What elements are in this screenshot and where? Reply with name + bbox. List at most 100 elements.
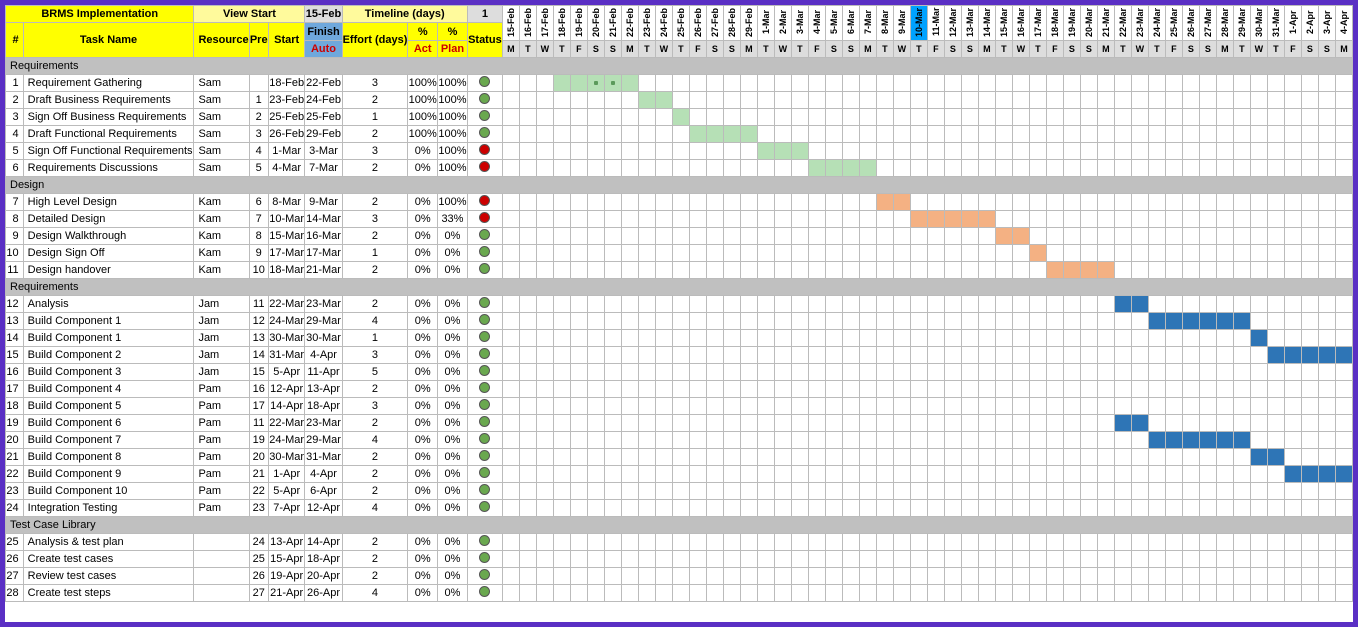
cell-start[interactable]: 5-Apr xyxy=(268,364,305,381)
cell-pre[interactable]: 21 xyxy=(249,466,268,483)
cell-act[interactable]: 0% xyxy=(408,194,438,211)
cell-finish[interactable]: 20-Apr xyxy=(305,568,342,585)
cell-pre[interactable]: 25 xyxy=(249,551,268,568)
cell-finish[interactable]: 25-Feb xyxy=(305,109,342,126)
cell-id[interactable]: 13 xyxy=(6,313,24,330)
table-row[interactable]: 4Draft Functional RequirementsSam326-Feb… xyxy=(6,126,1353,143)
cell-act[interactable]: 100% xyxy=(408,126,438,143)
cell-plan[interactable]: 0% xyxy=(438,568,468,585)
cell-plan[interactable]: 0% xyxy=(438,228,468,245)
cell-pre[interactable]: 8 xyxy=(249,228,268,245)
cell-plan[interactable]: 100% xyxy=(438,92,468,109)
cell-resource[interactable]: Kam xyxy=(194,211,249,228)
cell-effort[interactable]: 2 xyxy=(342,381,408,398)
cell-pre[interactable]: 15 xyxy=(249,364,268,381)
cell-task[interactable]: Analysis xyxy=(23,296,194,313)
cell-pre[interactable]: 5 xyxy=(249,160,268,177)
cell-resource[interactable]: Pam xyxy=(194,432,249,449)
cell-id[interactable]: 12 xyxy=(6,296,24,313)
cell-effort[interactable]: 2 xyxy=(342,194,408,211)
cell-id[interactable]: 5 xyxy=(6,143,24,160)
cell-act[interactable]: 0% xyxy=(408,381,438,398)
cell-effort[interactable]: 3 xyxy=(342,75,408,92)
cell-act[interactable]: 0% xyxy=(408,296,438,313)
cell-start[interactable]: 10-Mar xyxy=(268,211,305,228)
cell-effort[interactable]: 2 xyxy=(342,126,408,143)
cell-id[interactable]: 2 xyxy=(6,92,24,109)
cell-resource[interactable]: Jam xyxy=(194,364,249,381)
cell-effort[interactable]: 2 xyxy=(342,415,408,432)
cell-plan[interactable]: 0% xyxy=(438,449,468,466)
cell-task[interactable]: Build Component 6 xyxy=(23,415,194,432)
table-row[interactable]: 28Create test steps2721-Apr26-Apr40%0% xyxy=(6,585,1353,602)
table-row[interactable]: 10Design Sign OffKam917-Mar17-Mar10%0% xyxy=(6,245,1353,262)
cell-act[interactable]: 0% xyxy=(408,262,438,279)
table-row[interactable]: 3Sign Off Business RequirementsSam225-Fe… xyxy=(6,109,1353,126)
cell-finish[interactable]: 14-Mar xyxy=(305,211,342,228)
cell-id[interactable]: 1 xyxy=(6,75,24,92)
cell-start[interactable]: 18-Mar xyxy=(268,262,305,279)
cell-resource[interactable]: Pam xyxy=(194,381,249,398)
cell-finish[interactable]: 31-Mar xyxy=(305,449,342,466)
cell-start[interactable]: 12-Apr xyxy=(268,381,305,398)
cell-finish[interactable]: 14-Apr xyxy=(305,534,342,551)
cell-task[interactable]: Build Component 5 xyxy=(23,398,194,415)
table-row[interactable]: 23Build Component 10Pam225-Apr6-Apr20%0% xyxy=(6,483,1353,500)
cell-pre[interactable]: 4 xyxy=(249,143,268,160)
cell-task[interactable]: Draft Functional Requirements xyxy=(23,126,194,143)
cell-id[interactable]: 26 xyxy=(6,551,24,568)
cell-start[interactable]: 17-Mar xyxy=(268,245,305,262)
table-row[interactable]: 22Build Component 9Pam211-Apr4-Apr20%0% xyxy=(6,466,1353,483)
cell-start[interactable]: 19-Apr xyxy=(268,568,305,585)
cell-act[interactable]: 0% xyxy=(408,415,438,432)
cell-task[interactable]: Requirements Discussions xyxy=(23,160,194,177)
cell-id[interactable]: 24 xyxy=(6,500,24,517)
table-row[interactable]: 11Design handoverKam1018-Mar21-Mar20%0% xyxy=(6,262,1353,279)
cell-effort[interactable]: 2 xyxy=(342,551,408,568)
table-row[interactable]: 5Sign Off Functional RequirementsSam41-M… xyxy=(6,143,1353,160)
cell-start[interactable]: 30-Mar xyxy=(268,449,305,466)
table-row[interactable]: 1Requirement GatheringSam18-Feb22-Feb310… xyxy=(6,75,1353,92)
cell-act[interactable]: 0% xyxy=(408,143,438,160)
cell-id[interactable]: 14 xyxy=(6,330,24,347)
timeline-value[interactable]: 1 xyxy=(467,6,502,23)
cell-task[interactable]: Build Component 7 xyxy=(23,432,194,449)
cell-start[interactable]: 13-Apr xyxy=(268,534,305,551)
cell-resource[interactable]: Kam xyxy=(194,194,249,211)
cell-id[interactable]: 10 xyxy=(6,245,24,262)
cell-resource[interactable]: Sam xyxy=(194,92,249,109)
cell-act[interactable]: 0% xyxy=(408,466,438,483)
table-row[interactable]: 15Build Component 2Jam1431-Mar4-Apr30%0% xyxy=(6,347,1353,364)
cell-plan[interactable]: 100% xyxy=(438,143,468,160)
cell-pre[interactable]: 1 xyxy=(249,92,268,109)
cell-start[interactable]: 24-Mar xyxy=(268,313,305,330)
cell-id[interactable]: 11 xyxy=(6,262,24,279)
cell-task[interactable]: Build Component 1 xyxy=(23,330,194,347)
cell-effort[interactable]: 2 xyxy=(342,228,408,245)
cell-finish[interactable]: 6-Apr xyxy=(305,483,342,500)
cell-task[interactable]: Integration Testing xyxy=(23,500,194,517)
cell-resource[interactable]: Sam xyxy=(194,126,249,143)
cell-start[interactable]: 15-Mar xyxy=(268,228,305,245)
cell-plan[interactable]: 100% xyxy=(438,75,468,92)
cell-resource[interactable]: Pam xyxy=(194,483,249,500)
table-row[interactable]: 27Review test cases2619-Apr20-Apr20%0% xyxy=(6,568,1353,585)
cell-start[interactable]: 22-Mar xyxy=(268,415,305,432)
cell-resource[interactable] xyxy=(194,568,249,585)
cell-plan[interactable]: 0% xyxy=(438,585,468,602)
cell-id[interactable]: 15 xyxy=(6,347,24,364)
cell-start[interactable]: 8-Mar xyxy=(268,194,305,211)
cell-effort[interactable]: 2 xyxy=(342,534,408,551)
cell-pre[interactable]: 10 xyxy=(249,262,268,279)
cell-task[interactable]: Build Component 3 xyxy=(23,364,194,381)
cell-effort[interactable]: 2 xyxy=(342,92,408,109)
cell-id[interactable]: 28 xyxy=(6,585,24,602)
cell-start[interactable]: 31-Mar xyxy=(268,347,305,364)
cell-plan[interactable]: 0% xyxy=(438,313,468,330)
table-row[interactable]: 8Detailed DesignKam710-Mar14-Mar30%33% xyxy=(6,211,1353,228)
cell-id[interactable]: 16 xyxy=(6,364,24,381)
cell-start[interactable]: 26-Feb xyxy=(268,126,305,143)
cell-effort[interactable]: 3 xyxy=(342,211,408,228)
cell-finish[interactable]: 3-Mar xyxy=(305,143,342,160)
cell-pre[interactable] xyxy=(249,75,268,92)
